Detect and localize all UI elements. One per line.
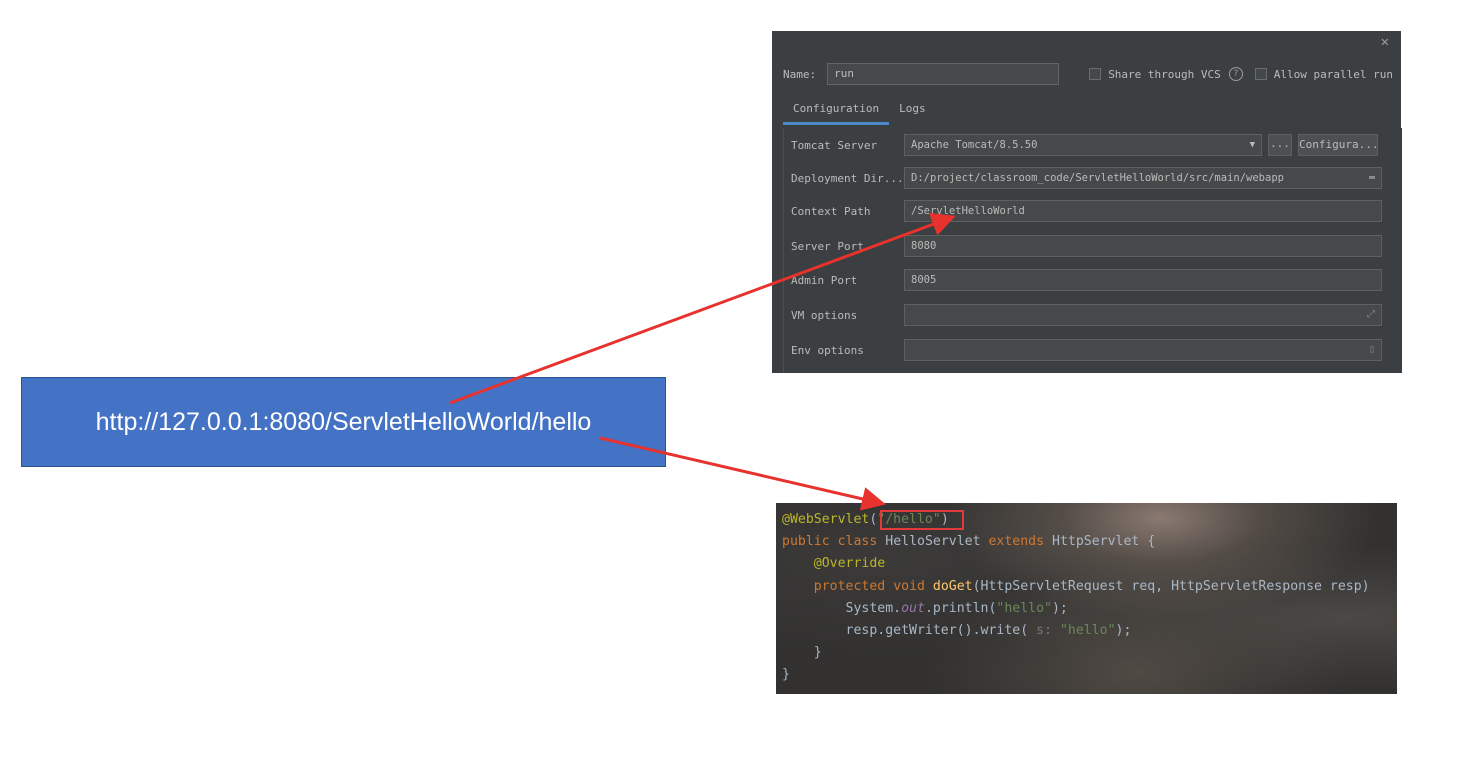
vm-options-row: VM options ⤢ xyxy=(791,304,1382,326)
tab-logs[interactable]: Logs xyxy=(889,96,936,125)
config-tabs: Configuration Logs xyxy=(783,96,936,125)
url-text: http://127.0.0.1:8080/ServletHelloWorld/… xyxy=(95,407,592,436)
context-path-row: Context Path /ServletHelloWorld xyxy=(791,200,1382,222)
server-port-field[interactable]: 8080 xyxy=(904,235,1382,257)
server-port-value: 8080 xyxy=(911,240,937,252)
admin-port-field[interactable]: 8005 xyxy=(904,269,1382,291)
share-vcs-label: Share through VCS xyxy=(1108,67,1221,81)
println-call: .println( xyxy=(924,600,997,616)
help-icon[interactable]: ? xyxy=(1228,67,1243,81)
server-port-label: Server Port xyxy=(791,239,864,253)
close-icon[interactable]: ✕ xyxy=(1381,34,1389,50)
tab-configuration[interactable]: Configuration xyxy=(783,96,890,125)
protected-keyword: protected xyxy=(813,578,886,594)
deployment-dir-row: Deployment Dir... D:/project/classroom_c… xyxy=(791,167,1382,189)
env-options-row: Env options ▯ xyxy=(791,339,1382,361)
hello-string-1: "hello" xyxy=(996,600,1052,616)
admin-port-value: 8005 xyxy=(911,274,937,286)
write-call: resp.getWriter().write( xyxy=(845,623,1029,639)
extends-keyword: extends xyxy=(988,534,1045,550)
name-label: Name: xyxy=(783,67,817,81)
url-pattern-highlight xyxy=(880,510,964,530)
server-port-row: Server Port 8080 xyxy=(791,235,1382,257)
share-vcs-option[interactable]: Share through VCS ? xyxy=(1089,67,1243,81)
env-options-field[interactable]: ▯ xyxy=(904,339,1382,361)
deployment-dir-value: D:/project/classroom_code/ServletHelloWo… xyxy=(911,172,1284,184)
allow-parallel-option[interactable]: Allow parallel run xyxy=(1254,67,1393,81)
param-hint: s: xyxy=(1036,623,1052,639)
brace-close-method: } xyxy=(813,645,822,661)
parent-class: HttpServlet xyxy=(1052,534,1140,550)
tomcat-server-label: Tomcat Server xyxy=(791,138,878,152)
statement-end-2: ); xyxy=(1115,623,1132,639)
name-row: Name: run Share through VCS ? Allow para… xyxy=(783,62,1393,86)
configure-button[interactable]: Configura... xyxy=(1298,134,1378,156)
method-params: (HttpServletRequest req, HttpServletResp… xyxy=(972,578,1370,594)
admin-port-row: Admin Port 8005 xyxy=(791,269,1382,291)
class-keyword: class xyxy=(837,534,878,550)
expand-icon[interactable]: ⤢ xyxy=(1367,305,1375,325)
vm-options-label: VM options xyxy=(791,308,858,322)
tomcat-server-row: Tomcat Server Apache Tomcat/8.5.50 ▼ ...… xyxy=(791,134,1378,156)
system-ref: System. xyxy=(845,600,902,616)
statement-end-1: ); xyxy=(1051,600,1068,616)
document-icon[interactable]: ▯ xyxy=(1369,340,1375,360)
code-editor-panel: @WebServlet("/hello") public class Hello… xyxy=(776,503,1397,694)
context-path-field[interactable]: /ServletHelloWorld xyxy=(904,200,1382,222)
allow-parallel-checkbox[interactable] xyxy=(1254,68,1267,80)
method-name: doGet xyxy=(932,578,973,594)
folder-icon[interactable]: ▬ xyxy=(1369,168,1375,188)
run-configuration-dialog: ✕ Name: run Share through VCS ? Allow pa… xyxy=(772,31,1402,373)
context-path-label: Context Path xyxy=(791,204,871,218)
out-field: out xyxy=(901,600,925,616)
name-input[interactable]: run xyxy=(827,63,1060,85)
tomcat-server-value: Apache Tomcat/8.5.50 xyxy=(911,139,1038,151)
configuration-form: Tomcat Server Apache Tomcat/8.5.50 ▼ ...… xyxy=(783,128,1402,373)
env-options-label: Env options xyxy=(791,343,864,357)
context-path-value: /ServletHelloWorld xyxy=(911,205,1025,217)
deployment-dir-field[interactable]: D:/project/classroom_code/ServletHelloWo… xyxy=(904,167,1382,189)
allow-parallel-label: Allow parallel run xyxy=(1273,67,1393,81)
class-name: HelloServlet xyxy=(885,534,981,550)
deployment-dir-label: Deployment Dir... xyxy=(791,171,904,185)
brace-open: { xyxy=(1147,534,1156,550)
hello-string-2: "hello" xyxy=(1059,623,1116,639)
admin-port-label: Admin Port xyxy=(791,273,858,287)
tomcat-server-select[interactable]: Apache Tomcat/8.5.50 ▼ xyxy=(904,134,1262,156)
void-keyword: void xyxy=(893,578,925,594)
share-vcs-checkbox[interactable] xyxy=(1089,68,1102,80)
override-annotation: @Override xyxy=(813,556,886,572)
public-keyword: public xyxy=(782,534,830,550)
url-callout-box: http://127.0.0.1:8080/ServletHelloWorld/… xyxy=(21,377,666,467)
browse-server-button[interactable]: ... xyxy=(1268,134,1292,156)
webservlet-annotation: @WebServlet xyxy=(782,512,870,527)
brace-close-class: } xyxy=(782,667,790,683)
chevron-down-icon[interactable]: ▼ xyxy=(1250,135,1255,155)
servlet-code: @WebServlet("/hello") public class Hello… xyxy=(782,512,1370,683)
vm-options-field[interactable]: ⤢ xyxy=(904,304,1382,326)
